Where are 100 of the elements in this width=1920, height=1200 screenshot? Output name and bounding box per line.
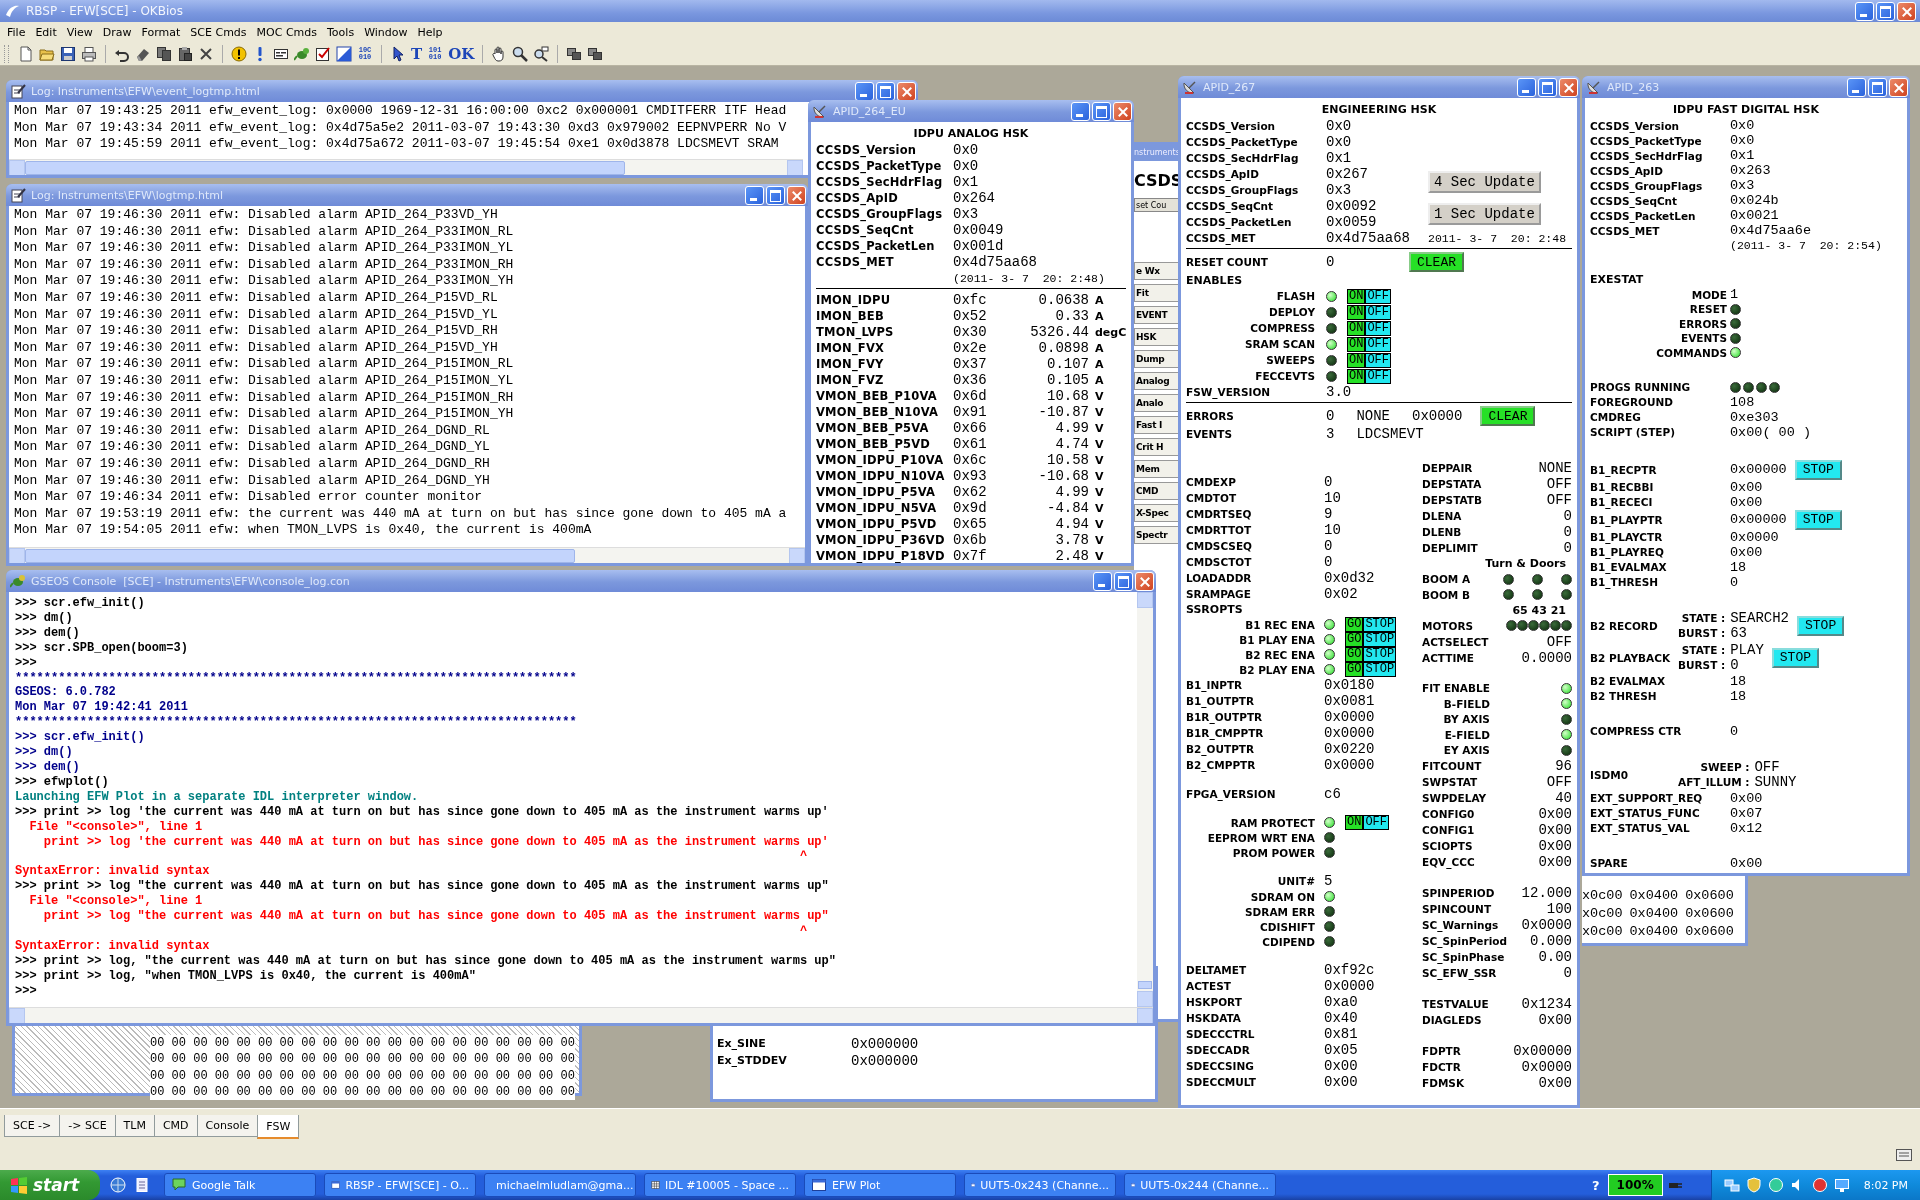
list-button[interactable]: HSK (1134, 328, 1180, 346)
off-button[interactable]: OFF (1365, 320, 1391, 336)
windows-icon[interactable] (566, 45, 583, 62)
minimize-button[interactable] (1517, 77, 1536, 97)
list-button[interactable]: Spectr (1134, 526, 1180, 544)
off-button[interactable]: OFF (1365, 336, 1391, 352)
go-button[interactable]: GO (1345, 632, 1364, 647)
tab[interactable]: CMD (153, 1115, 198, 1137)
maximize-button[interactable] (1092, 101, 1111, 121)
scrollbar[interactable] (9, 1007, 1153, 1023)
minimize-button[interactable] (1855, 1, 1874, 21)
close-button[interactable] (1135, 571, 1154, 591)
scrollbar[interactable] (1137, 592, 1153, 1007)
menu-item[interactable]: MOC Cmds (251, 23, 322, 41)
taskbar-button[interactable]: EFW Plot (804, 1173, 956, 1197)
copy-icon[interactable] (156, 45, 172, 62)
start-button[interactable]: start (0, 1170, 100, 1200)
help-button[interactable]: ? (1588, 1177, 1604, 1193)
minimize-button[interactable] (1093, 571, 1112, 591)
close-button[interactable] (1113, 101, 1132, 121)
monitor-icon[interactable] (1833, 1177, 1850, 1193)
maximize-button[interactable] (876, 81, 895, 101)
list-button[interactable]: Analog (1134, 372, 1180, 390)
off-button[interactable]: OFF (1365, 304, 1391, 320)
tab[interactable]: TLM (114, 1115, 155, 1137)
close-button[interactable] (1889, 77, 1908, 97)
on-button[interactable]: ON (1347, 288, 1366, 304)
toolbar-button[interactable]: T (411, 44, 423, 63)
list-button[interactable]: CMD (1134, 482, 1180, 500)
maximize-button[interactable] (1114, 571, 1133, 591)
warning-icon[interactable] (231, 45, 247, 62)
stop-button[interactable]: STOP (1794, 459, 1842, 480)
list-button[interactable]: Dump (1134, 350, 1180, 368)
update-button[interactable]: 4 Sec Update (1428, 171, 1541, 193)
on-button[interactable]: ON (1347, 352, 1366, 368)
stop-button[interactable]: STOP (1363, 632, 1397, 647)
list-button[interactable]: X-Spec (1134, 504, 1180, 522)
document-icon[interactable] (134, 1177, 150, 1193)
go-button[interactable]: GO (1345, 647, 1364, 662)
menu-item[interactable]: Edit (30, 23, 62, 41)
list-button[interactable]: Fast I (1134, 416, 1180, 434)
stop-button[interactable]: STOP (1771, 647, 1820, 668)
stop-button[interactable]: STOP (1797, 615, 1845, 636)
stop-button[interactable]: STOP (1363, 662, 1397, 677)
stop-button[interactable]: STOP (1794, 509, 1842, 530)
menu-item[interactable]: Format (136, 23, 186, 41)
list-button[interactable]: EVENT (1134, 306, 1180, 324)
on-button[interactable]: ON (1347, 304, 1366, 320)
delete-icon[interactable] (198, 45, 214, 62)
clear-button[interactable]: CLEAR (1409, 252, 1465, 272)
lizard-icon[interactable] (294, 45, 310, 62)
globe-icon[interactable] (1767, 1177, 1784, 1193)
maximize-button[interactable] (1876, 1, 1895, 21)
menu-item[interactable]: Tools (322, 23, 360, 41)
network-icon[interactable] (1723, 1177, 1740, 1193)
checkbox-icon[interactable] (315, 45, 331, 62)
chart-icon[interactable] (336, 45, 352, 62)
minimize-button[interactable] (1071, 101, 1090, 121)
off-button[interactable]: OFF (1365, 352, 1391, 368)
on-button[interactable]: ON (1347, 368, 1366, 384)
menu-item[interactable]: SCE Cmds (185, 23, 252, 41)
taskbar-button[interactable]: IDL #10005 - Space ... (644, 1173, 796, 1197)
tab[interactable]: -> SCE (59, 1115, 116, 1137)
browser-icon[interactable] (110, 1177, 126, 1193)
go-button[interactable]: GO (1345, 662, 1364, 677)
zoom-icon[interactable] (533, 45, 550, 62)
maximize-button[interactable] (1538, 77, 1557, 97)
print-icon[interactable] (81, 45, 97, 62)
tab[interactable]: Console (196, 1115, 259, 1137)
maximize-button[interactable] (766, 185, 785, 205)
list-button[interactable]: Analo (1134, 394, 1180, 412)
taskbar-button[interactable]: UUT5-0x244 (Channe... (1124, 1173, 1276, 1197)
taskbar-button[interactable]: michaelmludlam@gma... (484, 1173, 636, 1197)
list-button[interactable]: Fit (1134, 284, 1180, 302)
minimize-button[interactable] (745, 185, 764, 205)
list-button[interactable]: e Wx (1134, 262, 1180, 280)
go-button[interactable]: GO (1345, 617, 1364, 632)
alert-icon[interactable] (1811, 1177, 1828, 1193)
reset-button[interactable]: set Cou (1134, 198, 1180, 212)
minimize-button[interactable] (855, 81, 874, 101)
menu-item[interactable]: Help (412, 23, 448, 41)
on-button[interactable]: ON (1345, 815, 1364, 830)
minimize-button[interactable] (1847, 77, 1866, 97)
taskbar-button[interactable]: Google Talk (164, 1173, 316, 1197)
clear-button[interactable]: CLEAR (1480, 406, 1536, 426)
off-button[interactable]: OFF (1363, 815, 1389, 830)
menu-item[interactable]: File (2, 23, 31, 41)
list-button[interactable]: Mem (1134, 460, 1180, 478)
zoom-icon[interactable] (512, 45, 529, 62)
shield-icon[interactable] (1745, 1177, 1762, 1193)
scrollbar[interactable] (9, 159, 803, 175)
scrollbar[interactable] (9, 547, 805, 563)
close-button[interactable] (787, 185, 806, 205)
pointer-icon[interactable] (390, 45, 406, 62)
taskbar-button[interactable]: RBSP - EFW[SCE] - O... (324, 1173, 476, 1197)
new-file-icon[interactable] (18, 45, 34, 62)
tab[interactable]: SCE -> (4, 1115, 61, 1137)
maximize-button[interactable] (1868, 77, 1887, 97)
on-button[interactable]: ON (1347, 336, 1366, 352)
close-button[interactable] (1897, 1, 1916, 21)
